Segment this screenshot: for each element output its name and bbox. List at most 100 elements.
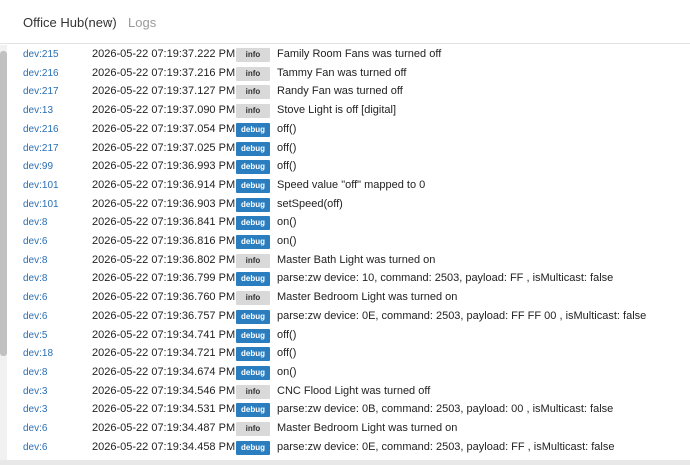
log-device-link[interactable]: dev:217 bbox=[23, 143, 59, 154]
log-device-link[interactable]: dev:216 bbox=[23, 124, 59, 135]
log-message: setSpeed(off) bbox=[277, 197, 343, 210]
log-timestamp: 2026-05-22 07:19:36.802 PM bbox=[92, 253, 236, 266]
log-timestamp: 2026-05-22 07:19:36.757 PM bbox=[92, 309, 236, 322]
breadcrumb: Office Hub(new) › Logs bbox=[0, 0, 690, 44]
log-row: dev:3 2026-05-22 07:19:34.531 PM debug pars… bbox=[0, 401, 690, 419]
log-device-link[interactable]: dev:6 bbox=[23, 311, 47, 322]
log-device-link[interactable]: dev:8 bbox=[23, 273, 47, 284]
log-message: off() bbox=[277, 328, 297, 341]
log-level-badge: debug bbox=[236, 309, 270, 324]
log-level-badge: debug bbox=[236, 403, 270, 418]
breadcrumb-hub-link[interactable]: Office Hub(new) bbox=[23, 15, 117, 30]
log-device-link[interactable]: dev:8 bbox=[23, 255, 47, 266]
log-device-link[interactable]: dev:8 bbox=[23, 217, 47, 228]
log-row: dev:8 2026-05-22 07:19:36.799 PM debug pars… bbox=[0, 270, 690, 288]
log-device-link[interactable]: dev:6 bbox=[23, 423, 47, 434]
log-device-link[interactable]: dev:215 bbox=[23, 49, 59, 60]
log-timestamp: 2026-05-22 07:19:36.993 PM bbox=[92, 160, 236, 173]
log-row: dev:5 2026-05-22 07:19:34.741 PM debug off(… bbox=[0, 327, 690, 345]
log-message: off() bbox=[277, 160, 297, 173]
log-message: parse:zw device: 0E, command: 2503, payl… bbox=[277, 440, 615, 453]
log-device-link[interactable]: dev:18 bbox=[23, 348, 53, 359]
log-timestamp: 2026-05-22 07:19:34.546 PM bbox=[92, 384, 236, 397]
log-level-badge: debug bbox=[236, 365, 270, 380]
log-level-badge: debug bbox=[236, 440, 270, 455]
log-level-badge: info bbox=[236, 384, 270, 399]
log-device-link[interactable]: dev:8 bbox=[23, 367, 47, 378]
log-level-badge: debug bbox=[236, 272, 270, 287]
log-device-link[interactable]: dev:3 bbox=[23, 404, 47, 415]
log-message: Family Room Fans was turned off bbox=[277, 48, 442, 60]
log-level-badge: debug bbox=[236, 160, 270, 175]
log-message: Master Bath Light was turned on bbox=[277, 253, 436, 266]
log-message: on() bbox=[277, 216, 297, 229]
log-row: dev:217 2026-05-22 07:19:37.127 PM info Ran… bbox=[0, 83, 690, 101]
log-message: parse:zw device: 10, command: 2503, payl… bbox=[277, 272, 614, 285]
horizontal-scrollbar[interactable] bbox=[0, 460, 690, 465]
log-level-badge: info bbox=[236, 104, 270, 119]
log-device-link[interactable]: dev:5 bbox=[23, 330, 47, 341]
log-timestamp: 2026-05-22 07:19:36.841 PM bbox=[92, 216, 236, 229]
log-level-badge: info bbox=[236, 66, 270, 81]
log-level-badge: debug bbox=[236, 235, 270, 249]
log-level-badge: debug bbox=[236, 216, 270, 231]
log-timestamp: 2026-05-22 07:19:37.127 PM bbox=[92, 85, 236, 98]
log-level-badge: debug bbox=[236, 122, 270, 137]
log-timestamp: 2026-05-22 07:19:34.674 PM bbox=[92, 365, 236, 378]
log-level-badge: debug bbox=[236, 347, 270, 362]
log-device-link[interactable]: dev:99 bbox=[23, 161, 53, 172]
log-message: Stove Light is off [digital] bbox=[277, 104, 397, 117]
log-row: dev:3 2026-05-22 07:19:34.546 PM info CNC F… bbox=[0, 383, 690, 401]
log-row: dev:8 2026-05-22 07:19:34.674 PM debug on() bbox=[0, 364, 690, 382]
log-row: dev:6 2026-05-22 07:19:34.458 PM debug pars… bbox=[0, 439, 690, 457]
log-timestamp: 2026-05-22 07:19:37.025 PM bbox=[92, 141, 236, 154]
log-message: CNC Flood Light was turned off bbox=[277, 384, 431, 397]
log-message: parse:zw device: 0B, command: 2503, payl… bbox=[277, 403, 614, 416]
log-device-link[interactable]: dev:101 bbox=[23, 180, 59, 191]
log-timestamp: 2026-05-22 07:19:37.216 PM bbox=[92, 66, 236, 79]
log-row: dev:8 2026-05-22 07:19:36.802 PM info Maste… bbox=[0, 252, 690, 270]
log-device-link[interactable]: dev:3 bbox=[23, 386, 47, 397]
log-device-link[interactable]: dev:6 bbox=[23, 442, 47, 453]
log-device-link[interactable]: dev:101 bbox=[23, 199, 59, 210]
log-row: dev:216 2026-05-22 07:19:37.216 PM info Tam… bbox=[0, 65, 690, 83]
log-row: dev:101 2026-05-22 07:19:36.903 PM debug se… bbox=[0, 196, 690, 214]
log-row: dev:6 2026-05-22 07:19:34.487 PM info Maste… bbox=[0, 420, 690, 438]
log-timestamp: 2026-05-22 07:19:34.487 PM bbox=[92, 422, 236, 434]
log-timestamp: 2026-05-22 07:19:36.903 PM bbox=[92, 197, 236, 210]
log-level-badge: info bbox=[236, 85, 270, 100]
log-level-badge: debug bbox=[236, 141, 270, 156]
log-message: Master Bedroom Light was turned on bbox=[277, 422, 458, 434]
log-timestamp: 2026-05-22 07:19:37.054 PM bbox=[92, 122, 236, 135]
log-timestamp: 2026-05-22 07:19:36.914 PM bbox=[92, 178, 236, 191]
log-row: dev:215 2026-05-22 07:19:37.222 PM info Fam… bbox=[0, 46, 690, 64]
log-timestamp: 2026-05-22 07:19:37.222 PM bbox=[92, 48, 236, 60]
log-device-link[interactable]: dev:6 bbox=[23, 236, 47, 247]
log-message: Master Bedroom Light was turned on bbox=[277, 291, 458, 304]
chevron-right-icon: › bbox=[108, 14, 113, 29]
log-timestamp: 2026-05-22 07:19:36.799 PM bbox=[92, 272, 236, 285]
log-timestamp: 2026-05-22 07:19:37.090 PM bbox=[92, 104, 236, 117]
log-row: dev:99 2026-05-22 07:19:36.993 PM debug off… bbox=[0, 158, 690, 176]
log-level-badge: info bbox=[236, 253, 270, 268]
log-device-link[interactable]: dev:13 bbox=[23, 105, 53, 116]
log-list: dev:215 2026-05-22 07:19:37.222 PM info Fam… bbox=[0, 45, 690, 460]
log-timestamp: 2026-05-22 07:19:34.721 PM bbox=[92, 347, 236, 360]
log-row: dev:13 2026-05-22 07:19:37.090 PM info Stov… bbox=[0, 102, 690, 120]
log-device-link[interactable]: dev:217 bbox=[23, 86, 59, 97]
log-device-link[interactable]: dev:216 bbox=[23, 68, 59, 79]
log-timestamp: 2026-05-22 07:19:34.741 PM bbox=[92, 328, 236, 341]
log-message: Tammy Fan was turned off bbox=[277, 66, 407, 79]
log-timestamp: 2026-05-22 07:19:36.816 PM bbox=[92, 235, 236, 247]
log-message: off() bbox=[277, 347, 297, 360]
log-message: on() bbox=[277, 365, 297, 378]
log-row: dev:18 2026-05-22 07:19:34.721 PM debug off… bbox=[0, 345, 690, 363]
log-row: dev:6 2026-05-22 07:19:36.757 PM debug pars… bbox=[0, 308, 690, 326]
log-device-link[interactable]: dev:6 bbox=[23, 292, 47, 303]
log-timestamp: 2026-05-22 07:19:36.760 PM bbox=[92, 291, 236, 304]
log-message: parse:zw device: 0E, command: 2503, payl… bbox=[277, 309, 647, 322]
log-level-badge: debug bbox=[236, 328, 270, 343]
log-message: off() bbox=[277, 141, 297, 154]
log-message: Randy Fan was turned off bbox=[277, 85, 403, 98]
log-level-badge: debug bbox=[236, 178, 270, 193]
